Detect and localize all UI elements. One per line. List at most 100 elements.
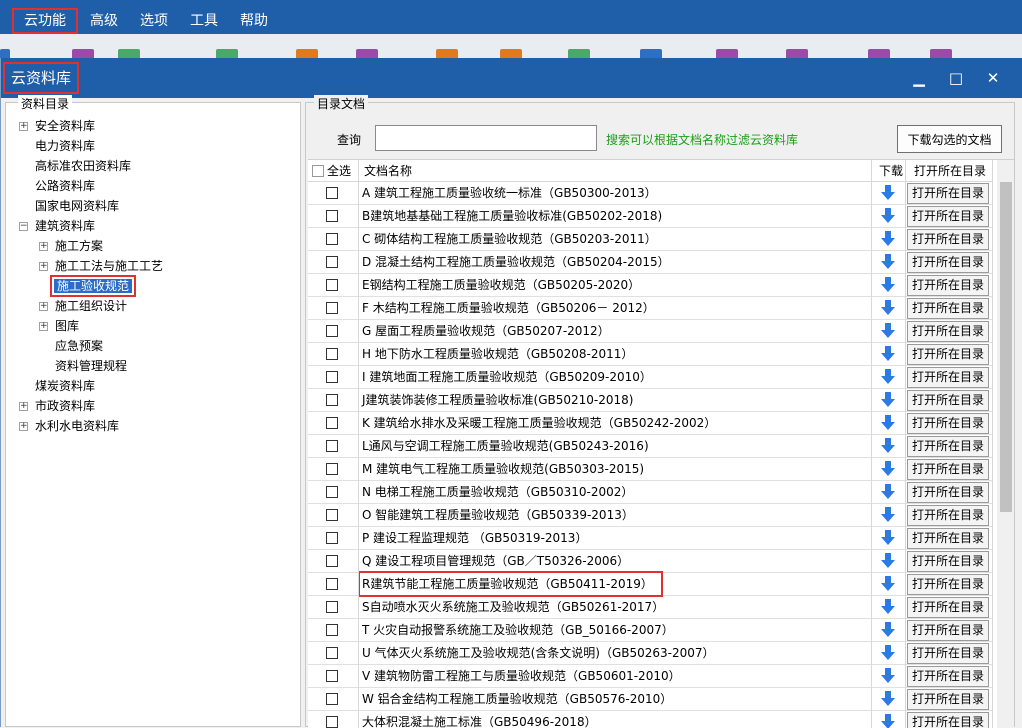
- row-checkbox[interactable]: [326, 187, 338, 199]
- tree-node-state-grid[interactable]: 国家电网资料库: [19, 197, 119, 215]
- tree-node-coal[interactable]: 煤炭资料库: [19, 377, 95, 395]
- tree-node-water[interactable]: + 水利水电资料库: [19, 417, 119, 435]
- expand-icon[interactable]: +: [39, 242, 48, 251]
- row-checkbox[interactable]: [326, 670, 338, 682]
- table-row[interactable]: O 智能建筑工程质量验收规范（GB50339-2013） 打开所在目录: [308, 504, 993, 527]
- open-folder-button[interactable]: 打开所在目录: [907, 643, 989, 664]
- row-checkbox[interactable]: [326, 647, 338, 659]
- open-folder-button[interactable]: 打开所在目录: [907, 505, 989, 526]
- open-folder-button[interactable]: 打开所在目录: [907, 528, 989, 549]
- download-arrow-icon[interactable]: [880, 184, 896, 202]
- table-row[interactable]: A 建筑工程施工质量验收统一标准（GB50300-2013） 打开所在目录: [308, 182, 993, 205]
- table-row[interactable]: T 火灾自动报警系统施工及验收规范（GB_50166-2007） 打开所在目录: [308, 619, 993, 642]
- open-folder-button[interactable]: 打开所在目录: [907, 689, 989, 710]
- tree-node-highway[interactable]: 公路资料库: [19, 177, 95, 195]
- scrollbar-thumb[interactable]: [1000, 182, 1012, 512]
- table-row[interactable]: U 气体灭火系统施工及验收规范(含条文说明)（GB50263-2007） 打开所在…: [308, 642, 993, 665]
- row-checkbox[interactable]: [326, 325, 338, 337]
- menu-cloud-functions[interactable]: 云功能: [12, 8, 78, 34]
- table-row[interactable]: R建筑节能工程施工质量验收规范（GB50411-2019） 打开所在目录: [308, 571, 993, 597]
- table-row[interactable]: Q 建设工程项目管理规范（GB／T50326-2006） 打开所在目录: [308, 550, 993, 573]
- table-row[interactable]: P 建设工程监理规范 （GB50319-2013） 打开所在目录: [308, 527, 993, 550]
- open-folder-button[interactable]: 打开所在目录: [907, 252, 989, 273]
- download-arrow-icon[interactable]: [880, 598, 896, 616]
- tree-node-farmland[interactable]: 高标准农田资料库: [19, 157, 131, 175]
- open-folder-button[interactable]: 打开所在目录: [907, 344, 989, 365]
- select-all-checkbox[interactable]: [312, 165, 324, 177]
- tree-node-power[interactable]: 电力资料库: [19, 137, 95, 155]
- download-arrow-icon[interactable]: [880, 437, 896, 455]
- expand-icon[interactable]: +: [39, 302, 48, 311]
- expand-icon[interactable]: +: [19, 422, 28, 431]
- collapse-icon[interactable]: −: [19, 222, 28, 231]
- table-row[interactable]: D 混凝土结构工程施工质量验收规范（GB50204-2015） 打开所在目录: [308, 251, 993, 274]
- table-row[interactable]: L通风与空调工程施工质量验收规范(GB50243-2016) 打开所在目录: [308, 435, 993, 458]
- table-row[interactable]: K 建筑给水排水及采暖工程施工质量验收规范（GB50242-2002） 打开所在目…: [308, 412, 993, 435]
- vertical-scrollbar[interactable]: [997, 160, 1014, 728]
- table-row[interactable]: W 铝合金结构工程施工质量验收规范（GB50576-2010） 打开所在目录: [308, 688, 993, 711]
- download-arrow-icon[interactable]: [880, 552, 896, 570]
- open-folder-button[interactable]: 打开所在目录: [907, 275, 989, 296]
- tree-node-building[interactable]: − 建筑资料库: [19, 217, 95, 235]
- download-arrow-icon[interactable]: [880, 345, 896, 363]
- menu-options[interactable]: 选项: [130, 8, 178, 34]
- tree-node-construction-method[interactable]: + 施工工法与施工工艺: [39, 257, 163, 275]
- table-row[interactable]: H 地下防水工程质量验收规范（GB50208-2011） 打开所在目录: [308, 343, 993, 366]
- row-checkbox[interactable]: [326, 210, 338, 222]
- download-arrow-icon[interactable]: [880, 368, 896, 386]
- download-arrow-icon[interactable]: [880, 253, 896, 271]
- table-row[interactable]: F 木结构工程施工质量验收规范（GB50206－ 2012） 打开所在目录: [308, 297, 993, 320]
- row-checkbox[interactable]: [326, 555, 338, 567]
- row-checkbox[interactable]: [326, 716, 338, 728]
- table-row[interactable]: S自动喷水灭火系统施工及验收规范（GB50261-2017） 打开所在目录: [308, 596, 993, 619]
- open-folder-button[interactable]: 打开所在目录: [907, 183, 989, 204]
- row-checkbox[interactable]: [326, 394, 338, 406]
- open-folder-button[interactable]: 打开所在目录: [907, 413, 989, 434]
- download-arrow-icon[interactable]: [880, 322, 896, 340]
- table-row[interactable]: B建筑地基基础工程施工质量验收标准(GB50202-2018) 打开所在目录: [308, 205, 993, 228]
- open-folder-button[interactable]: 打开所在目录: [907, 482, 989, 503]
- tree-node-doc-management[interactable]: 资料管理规程: [39, 357, 127, 375]
- row-checkbox[interactable]: [326, 233, 338, 245]
- download-arrow-icon[interactable]: [880, 207, 896, 225]
- table-row[interactable]: 大体积混凝土施工标准（GB50496-2018） 打开所在目录: [308, 711, 993, 728]
- table-row[interactable]: I 建筑地面工程施工质量验收规范（GB50209-2010） 打开所在目录: [308, 366, 993, 389]
- search-input[interactable]: [375, 125, 597, 151]
- close-icon[interactable]: ✕: [981, 66, 1005, 90]
- menu-help[interactable]: 帮助: [230, 8, 278, 34]
- open-folder-button[interactable]: 打开所在目录: [907, 321, 989, 342]
- row-checkbox[interactable]: [326, 371, 338, 383]
- expand-icon[interactable]: +: [19, 122, 28, 131]
- download-arrow-icon[interactable]: [880, 713, 896, 728]
- expand-icon[interactable]: +: [39, 322, 48, 331]
- download-checked-button[interactable]: 下载勾选的文档: [897, 125, 1002, 153]
- open-folder-button[interactable]: 打开所在目录: [907, 459, 989, 480]
- tree-node-acceptance-spec[interactable]: 施工验收规范: [39, 275, 137, 297]
- row-checkbox[interactable]: [326, 693, 338, 705]
- table-row[interactable]: C 砌体结构工程施工质量验收规范（GB50203-2011） 打开所在目录: [308, 228, 993, 251]
- row-checkbox[interactable]: [326, 486, 338, 498]
- maximize-icon[interactable]: □: [944, 66, 968, 90]
- download-arrow-icon[interactable]: [880, 483, 896, 501]
- open-folder-button[interactable]: 打开所在目录: [907, 436, 989, 457]
- download-arrow-icon[interactable]: [880, 644, 896, 662]
- tree-node-safety[interactable]: + 安全资料库: [19, 117, 95, 135]
- menu-advanced[interactable]: 高级: [80, 8, 128, 34]
- download-arrow-icon[interactable]: [880, 414, 896, 432]
- tree-node-construction-plan[interactable]: + 施工方案: [39, 237, 103, 255]
- open-folder-button[interactable]: 打开所在目录: [907, 298, 989, 319]
- row-checkbox[interactable]: [326, 417, 338, 429]
- row-checkbox[interactable]: [326, 509, 338, 521]
- download-arrow-icon[interactable]: [880, 276, 896, 294]
- download-arrow-icon[interactable]: [880, 391, 896, 409]
- table-row[interactable]: E钢结构工程施工质量验收规范（GB50205-2020） 打开所在目录: [308, 274, 993, 297]
- row-checkbox[interactable]: [326, 440, 338, 452]
- open-folder-button[interactable]: 打开所在目录: [907, 551, 989, 572]
- open-folder-button[interactable]: 打开所在目录: [907, 620, 989, 641]
- open-folder-button[interactable]: 打开所在目录: [907, 229, 989, 250]
- row-checkbox[interactable]: [326, 279, 338, 291]
- row-checkbox[interactable]: [326, 256, 338, 268]
- expand-icon[interactable]: +: [39, 262, 48, 271]
- open-folder-button[interactable]: 打开所在目录: [907, 206, 989, 227]
- row-checkbox[interactable]: [326, 463, 338, 475]
